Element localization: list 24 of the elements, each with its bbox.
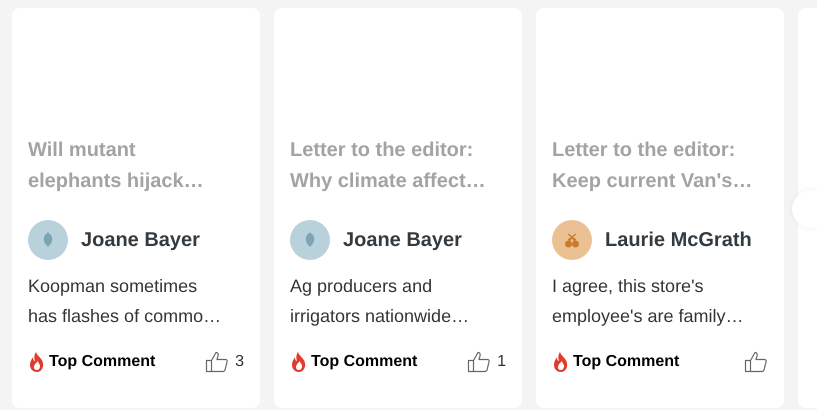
like-button[interactable]	[744, 351, 768, 373]
comment-text: Koopman sometimes has flashes of commo…	[28, 275, 222, 328]
thumbs-up-icon	[467, 351, 492, 373]
author-name: Joane Bayer	[81, 228, 200, 252]
flame-icon	[28, 351, 46, 373]
thumbs-up-icon	[744, 351, 768, 373]
comment-text: I agree, this store's employee's are family…	[552, 275, 745, 328]
author-name: Joane Bayer	[343, 228, 462, 252]
like-button[interactable]: 3	[205, 351, 244, 373]
top-comment-label: Top Comment	[311, 353, 418, 371]
author-name: Laurie McGrath	[605, 228, 752, 252]
flame-icon	[552, 351, 570, 373]
like-button[interactable]: 1	[467, 351, 506, 373]
leaf-icon	[303, 232, 317, 248]
thumbs-up-icon	[205, 351, 230, 373]
flame-icon	[290, 351, 308, 373]
comment-text: Ag producers and irrigators nationwide…	[290, 275, 470, 328]
comment-card[interactable]: Will mutant elephants hijack… Joane Bayer Koopman sometimes has flashes of commo… Top Comment 3	[12, 8, 260, 408]
cherry-icon	[563, 231, 581, 249]
comment-card[interactable]: Letter to the editor: Why climate affect… Joane Bayer Ag producers and irrigators nationwide… Top Comment 1	[274, 8, 522, 408]
leaf-icon	[41, 232, 55, 248]
top-comment-label: Top Comment	[49, 353, 156, 371]
comment-card[interactable]: Letter to the editor: Keep current Van's… Laurie McGrath I agree, this store's employee's are family… Top Comment	[536, 8, 784, 408]
top-comment-label: Top Comment	[573, 353, 680, 371]
